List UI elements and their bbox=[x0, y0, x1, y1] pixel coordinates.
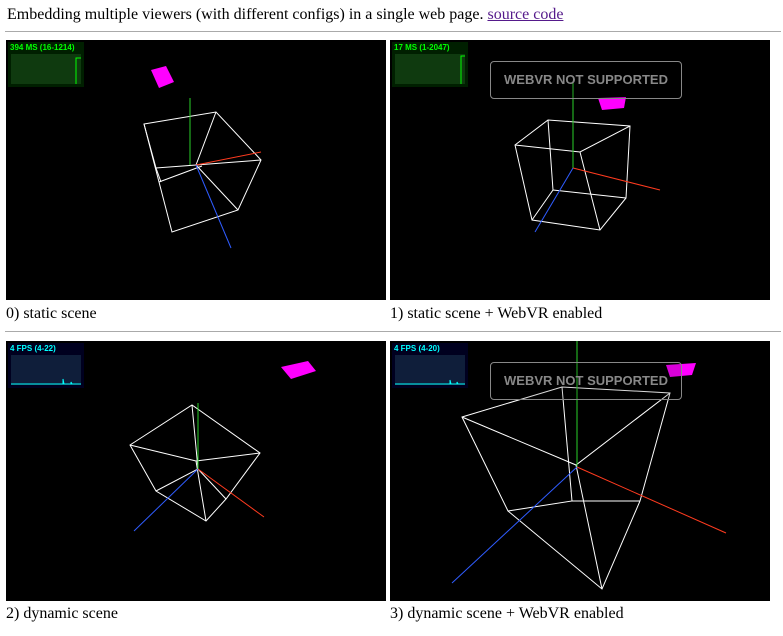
cube-wireframe bbox=[143, 111, 262, 233]
viewer-0-canvas[interactable]: 394 MS (16-1214) bbox=[6, 40, 386, 300]
stats-panel[interactable]: 4 FPS (4-20) bbox=[392, 343, 468, 388]
header-text: Embedding multiple viewers (with differe… bbox=[7, 6, 484, 23]
viewer-1-caption: 1) static scene + WebVR enabled bbox=[390, 305, 603, 322]
webvr-button[interactable]: WEBVR NOT SUPPORTED bbox=[490, 61, 682, 99]
stats-graph bbox=[395, 54, 465, 84]
viewer-0-caption: 0) static scene bbox=[6, 305, 97, 322]
viewer-3-canvas[interactable]: 4 FPS (4-20) WEBVR NOT SUPPORTED bbox=[390, 341, 770, 601]
stats-panel[interactable]: 394 MS (16-1214) bbox=[8, 42, 84, 87]
axis-z bbox=[195, 164, 232, 249]
source-code-link[interactable]: source code bbox=[487, 6, 563, 23]
divider bbox=[5, 331, 781, 332]
stats-label: 394 MS (16-1214) bbox=[10, 43, 75, 52]
webvr-button[interactable]: WEBVR NOT SUPPORTED bbox=[490, 362, 682, 400]
axis-x bbox=[572, 167, 661, 191]
stats-graph bbox=[395, 355, 465, 385]
axis-z bbox=[451, 466, 578, 584]
axis-z bbox=[534, 167, 574, 233]
stats-panel[interactable]: 4 FPS (4-22) bbox=[8, 343, 84, 388]
axis-z bbox=[133, 468, 199, 532]
axis-x bbox=[576, 466, 727, 534]
stats-label: 4 FPS (4-22) bbox=[10, 344, 56, 353]
stats-panel[interactable]: 17 MS (1-2047) bbox=[392, 42, 468, 87]
stats-graph bbox=[11, 54, 81, 84]
stats-graph bbox=[11, 355, 81, 385]
axis-x bbox=[195, 151, 262, 166]
viewer-2-caption: 2) dynamic scene bbox=[6, 605, 118, 622]
scene-marker bbox=[151, 66, 174, 88]
viewer-3-caption: 3) dynamic scene + WebVR enabled bbox=[390, 605, 624, 622]
axis-x bbox=[197, 468, 265, 518]
viewer-1-canvas[interactable]: 17 MS (1-2047) WEBVR NOT SUPPORTED bbox=[390, 40, 770, 300]
cube-wireframe bbox=[129, 404, 261, 522]
stats-label: 4 FPS (4-20) bbox=[394, 344, 440, 353]
cube-wireframe bbox=[461, 386, 671, 590]
viewer-2-canvas[interactable]: 4 FPS (4-22) bbox=[6, 341, 386, 601]
scene-marker bbox=[281, 361, 316, 379]
divider bbox=[5, 31, 781, 32]
page-header: Embedding multiple viewers (with differe… bbox=[7, 5, 563, 25]
stats-label: 17 MS (1-2047) bbox=[394, 43, 450, 52]
